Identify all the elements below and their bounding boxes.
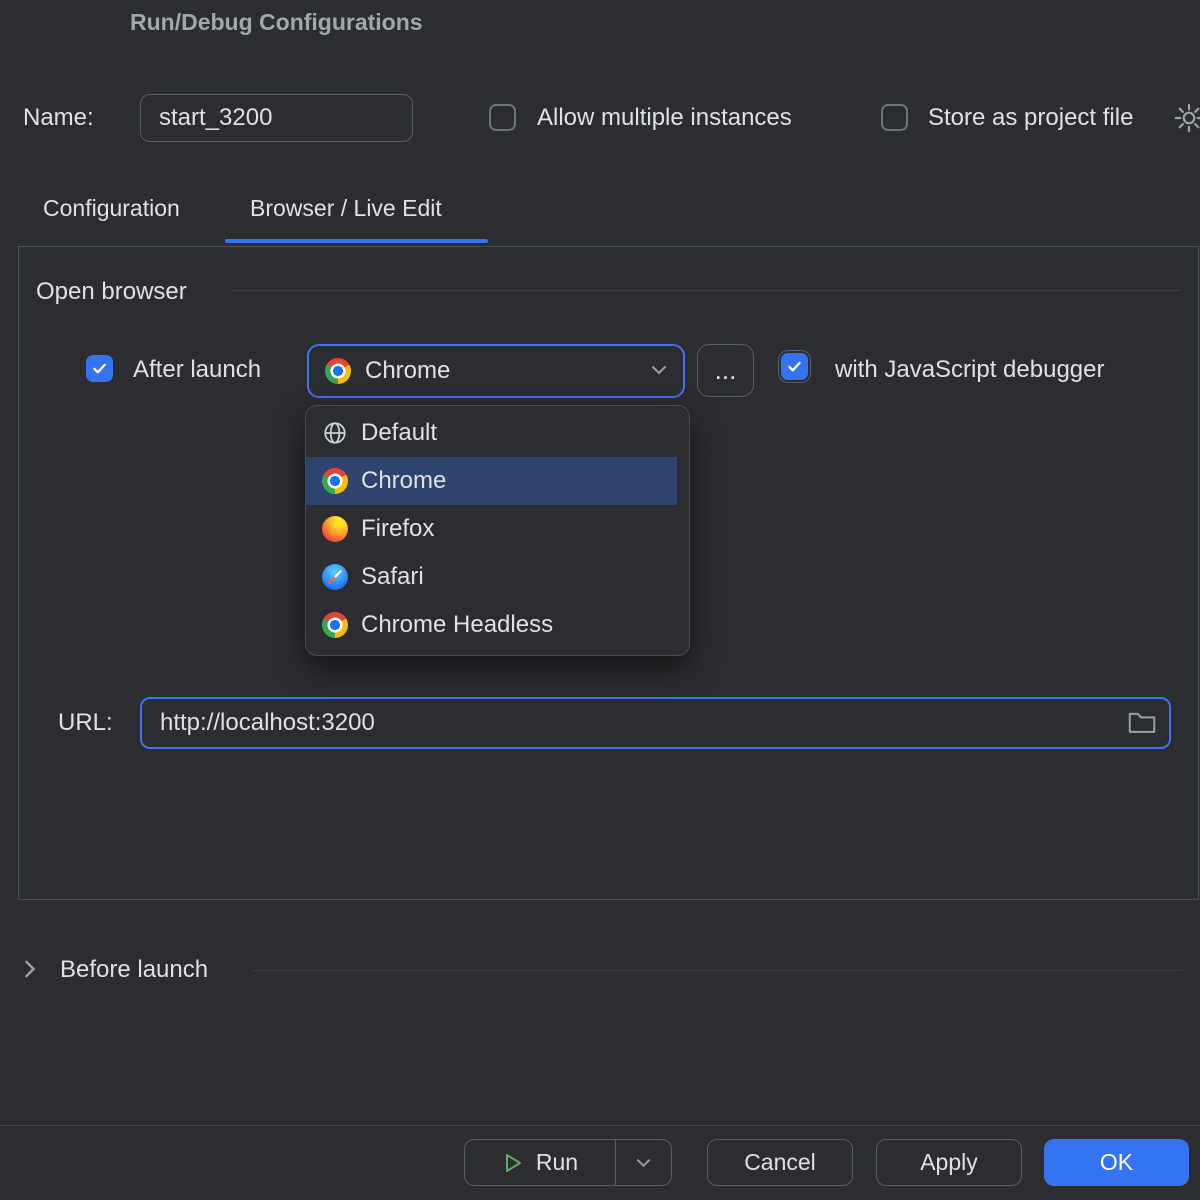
- chevron-down-icon: [636, 1158, 651, 1168]
- folder-icon[interactable]: [1128, 710, 1156, 739]
- check-icon: [91, 360, 108, 377]
- tab-configuration[interactable]: Configuration: [43, 195, 180, 222]
- section-divider: [233, 290, 1180, 291]
- chrome-icon: [322, 612, 348, 638]
- run-button-label: Run: [536, 1149, 578, 1176]
- dropdown-item-label: Safari: [361, 563, 424, 591]
- dropdown-item-chrome-headless[interactable]: Chrome Headless: [306, 601, 677, 649]
- dropdown-item-default[interactable]: Default: [306, 409, 677, 457]
- allow-multiple-instances-label: Allow multiple instances: [537, 104, 792, 132]
- gear-icon[interactable]: [1174, 103, 1200, 138]
- dropdown-item-label: Default: [361, 419, 437, 447]
- js-debugger-label: with JavaScript debugger: [835, 356, 1104, 384]
- safari-icon: [322, 564, 348, 590]
- dropdown-item-chrome[interactable]: Chrome: [306, 457, 677, 505]
- store-as-project-file-label: Store as project file: [928, 104, 1133, 132]
- footer-separator: [0, 1125, 1200, 1126]
- dropdown-item-label: Chrome Headless: [361, 611, 553, 639]
- allow-multiple-instances-checkbox[interactable]: [489, 104, 516, 131]
- ok-button[interactable]: OK: [1044, 1139, 1189, 1186]
- after-launch-checkbox[interactable]: [86, 355, 113, 382]
- dropdown-item-firefox[interactable]: Firefox: [306, 505, 677, 553]
- url-input[interactable]: [140, 697, 1171, 749]
- browse-more-button[interactable]: ...: [697, 344, 754, 397]
- apply-button[interactable]: Apply: [876, 1139, 1022, 1186]
- dropdown-item-label: Chrome: [361, 467, 446, 495]
- url-label: URL:: [58, 709, 113, 737]
- run-debug-configurations-dialog: Run/Debug Configurations Name: Allow mul…: [0, 0, 1200, 1200]
- run-button[interactable]: Run: [464, 1139, 672, 1186]
- browser-select[interactable]: Chrome: [307, 344, 685, 398]
- chrome-icon: [325, 358, 351, 384]
- run-button-main[interactable]: Run: [465, 1140, 615, 1185]
- name-label: Name:: [23, 104, 94, 132]
- chrome-icon: [322, 468, 348, 494]
- name-input[interactable]: [140, 94, 413, 142]
- js-debugger-checkbox[interactable]: [781, 353, 808, 380]
- cancel-button[interactable]: Cancel: [707, 1139, 853, 1186]
- store-as-project-file-checkbox[interactable]: [881, 104, 908, 131]
- firefox-icon: [322, 516, 348, 542]
- open-browser-section-title: Open browser: [36, 278, 187, 306]
- chevron-down-icon: [651, 362, 667, 380]
- before-launch-label[interactable]: Before launch: [60, 956, 208, 984]
- dropdown-item-label: Firefox: [361, 515, 434, 543]
- dialog-title: Run/Debug Configurations: [130, 9, 423, 36]
- browser-dropdown-popup: Default Chrome Firefox Safari Chrome Hea…: [305, 405, 690, 656]
- after-launch-label: After launch: [133, 356, 261, 384]
- before-launch-divider: [252, 970, 1183, 971]
- chevron-right-icon[interactable]: [24, 959, 36, 984]
- globe-icon: [322, 420, 348, 446]
- play-icon: [502, 1152, 524, 1174]
- active-tab-underline: [225, 239, 488, 243]
- browser-select-value: Chrome: [365, 357, 450, 385]
- tab-browser-live-edit[interactable]: Browser / Live Edit: [250, 195, 442, 222]
- run-options-dropdown[interactable]: [615, 1140, 671, 1185]
- dropdown-item-safari[interactable]: Safari: [306, 553, 677, 601]
- check-icon: [786, 358, 803, 375]
